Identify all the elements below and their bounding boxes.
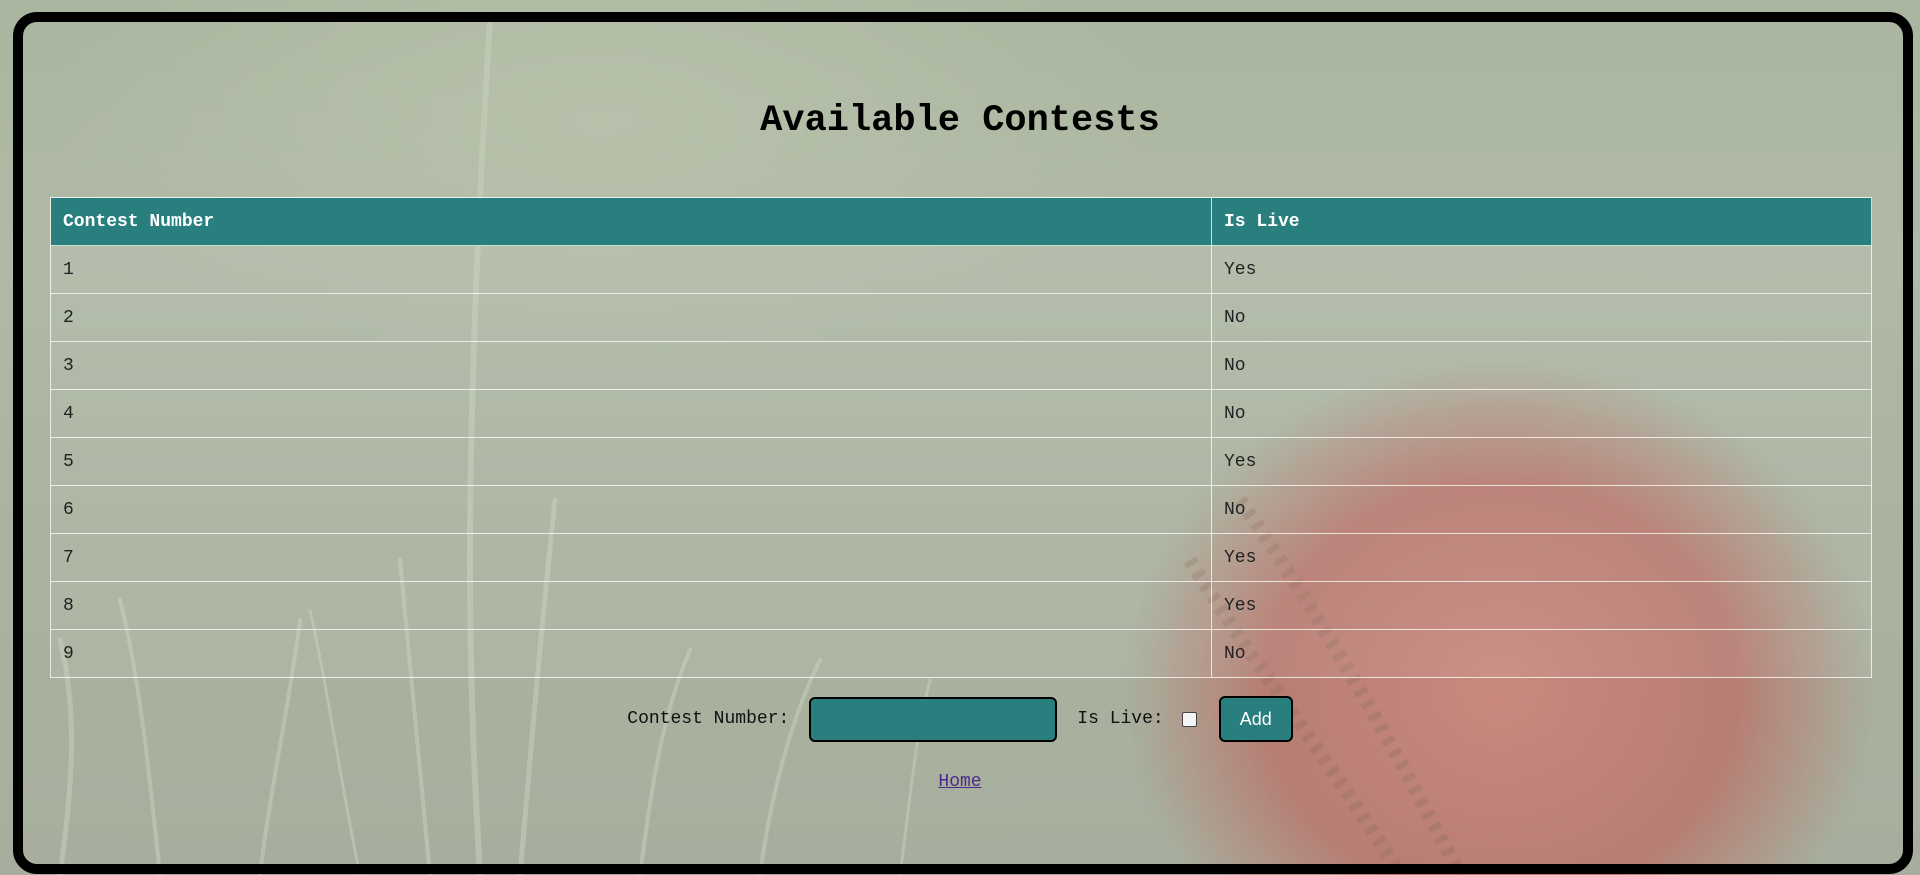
- is-live-cell: Yes: [1211, 581, 1872, 630]
- page-title: Available Contests: [760, 100, 1160, 142]
- is-live-cell: No: [1211, 485, 1872, 534]
- add-button[interactable]: Add: [1218, 696, 1293, 742]
- column-header-contest-number: Contest Number: [50, 197, 1212, 246]
- is-live-cell: Yes: [1211, 437, 1872, 486]
- table-row: 8 Yes: [50, 581, 1872, 630]
- is-live-cell: Yes: [1211, 533, 1872, 582]
- contest-number-cell: 5: [50, 437, 1212, 486]
- table-row: 4 No: [50, 389, 1872, 438]
- contest-number-cell: 1: [50, 245, 1212, 294]
- contest-number-cell: 2: [50, 293, 1212, 342]
- is-live-cell: No: [1211, 341, 1872, 390]
- contest-number-cell: 3: [50, 341, 1212, 390]
- is-live-cell: No: [1211, 389, 1872, 438]
- is-live-cell: No: [1211, 629, 1872, 678]
- home-link-container: Home: [0, 772, 1920, 792]
- column-header-is-live: Is Live: [1211, 197, 1872, 246]
- contest-number-input[interactable]: [809, 696, 1058, 742]
- contest-number-cell: 4: [50, 389, 1212, 438]
- table-row: 3 No: [50, 341, 1872, 390]
- table-row: 5 Yes: [50, 437, 1872, 486]
- is-live-cell: Yes: [1211, 245, 1872, 294]
- table-row: 2 No: [50, 293, 1872, 342]
- table-row: 1 Yes: [50, 245, 1872, 294]
- table-row: 7 Yes: [50, 533, 1872, 582]
- is-live-checkbox[interactable]: [1181, 711, 1197, 727]
- add-contest-form: Contest Number: Is Live: Add: [0, 696, 1920, 742]
- contest-number-cell: 6: [50, 485, 1212, 534]
- is-live-label: Is Live:: [1077, 709, 1164, 729]
- contests-table: Contest Number Is Live 1 Yes 2 No 3 No 4…: [50, 197, 1872, 678]
- contest-number-cell: 8: [50, 581, 1212, 630]
- table-row: 9 No: [50, 629, 1872, 678]
- contest-number-cell: 7: [50, 533, 1212, 582]
- table-header-row: Contest Number Is Live: [50, 197, 1872, 246]
- table-row: 6 No: [50, 485, 1872, 534]
- is-live-cell: No: [1211, 293, 1872, 342]
- contest-number-cell: 9: [50, 629, 1212, 678]
- home-link[interactable]: Home: [938, 772, 981, 792]
- contest-number-label: Contest Number:: [627, 709, 790, 729]
